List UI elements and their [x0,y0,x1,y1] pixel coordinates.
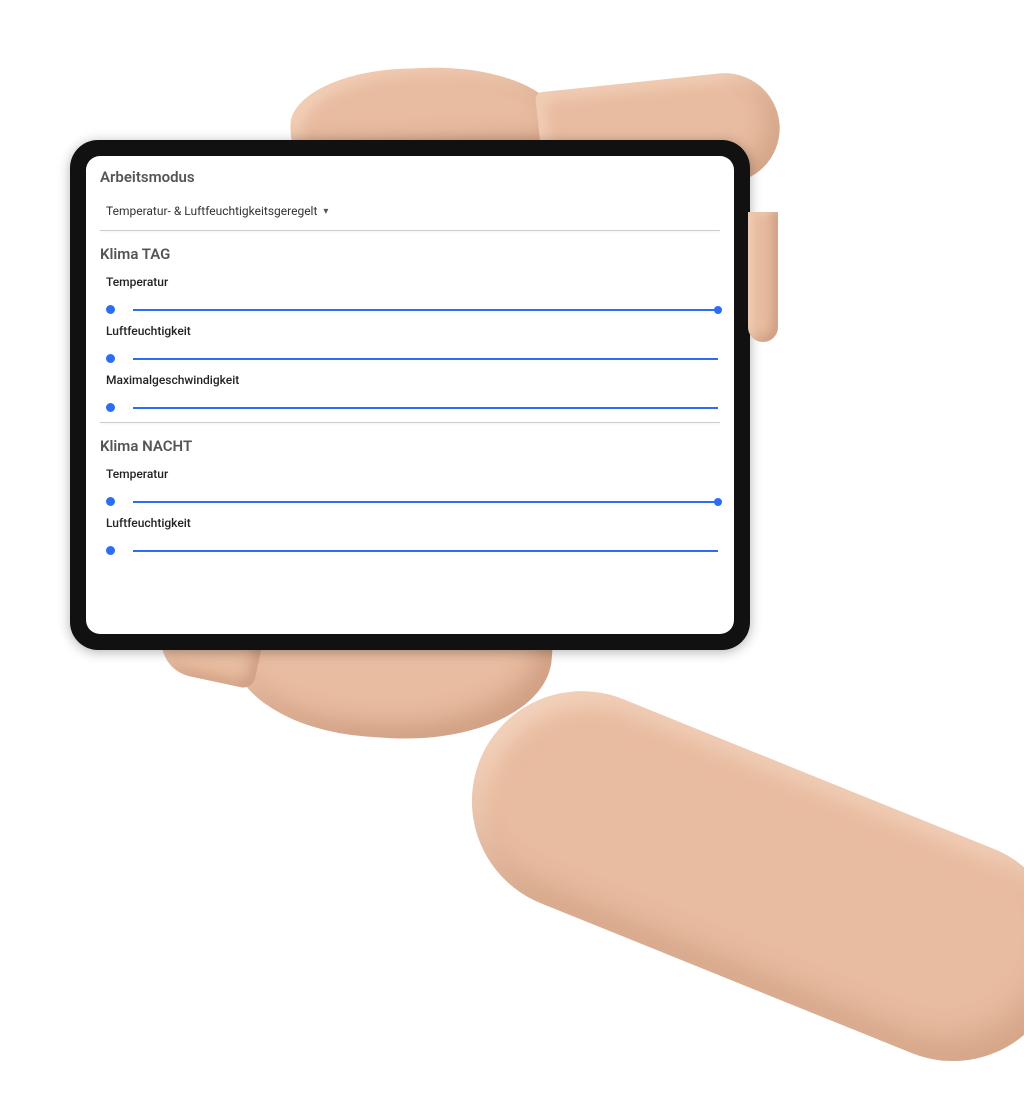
field-label-maximalgeschwindigkeit-tag: Maximalgeschwindigkeit [106,373,720,387]
slider-end-handle-icon [714,498,722,506]
slider-track [133,407,718,409]
slider-track [133,550,718,552]
section-title-arbeitsmodus: Arbeitsmodus [100,168,720,186]
slider-handle-icon [106,546,115,555]
chevron-down-icon: ▾ [323,206,328,217]
arbeitsmodus-dropdown[interactable]: Temperatur- & Luftfeuchtigkeitsgeregelt … [100,198,328,228]
hand-top-finger [748,212,778,342]
field-label-luftfeuchtigkeit-tag: Luftfeuchtigkeit [106,324,720,338]
field-label-temperatur-tag: Temperatur [106,275,720,289]
slider-handle-icon [106,305,115,314]
slider-maximalgeschwindigkeit-tag[interactable] [100,403,720,412]
divider [100,230,720,231]
slider-handle-icon [106,497,115,506]
slider-temperatur-nacht[interactable] [100,497,720,506]
slider-track [133,501,718,503]
slider-handle-icon [106,354,115,363]
tablet-frame: Arbeitsmodus Temperatur- & Luftfeuchtigk… [70,140,750,650]
slider-temperatur-tag[interactable] [100,305,720,314]
slider-track [133,358,718,360]
arbeitsmodus-dropdown-label: Temperatur- & Luftfeuchtigkeitsgeregelt [106,204,317,218]
section-title-klima-nacht: Klima NACHT [100,437,720,455]
field-label-temperatur-nacht: Temperatur [106,467,720,481]
slider-handle-icon [106,403,115,412]
tablet-screen: Arbeitsmodus Temperatur- & Luftfeuchtigk… [86,156,734,634]
slider-luftfeuchtigkeit-nacht[interactable] [100,546,720,555]
divider [100,422,720,423]
slider-end-handle-icon [714,306,722,314]
field-label-luftfeuchtigkeit-nacht: Luftfeuchtigkeit [106,516,720,530]
slider-luftfeuchtigkeit-tag[interactable] [100,354,720,363]
section-title-klima-tag: Klima TAG [100,245,720,263]
slider-track [133,309,718,311]
forearm [439,658,1024,1094]
